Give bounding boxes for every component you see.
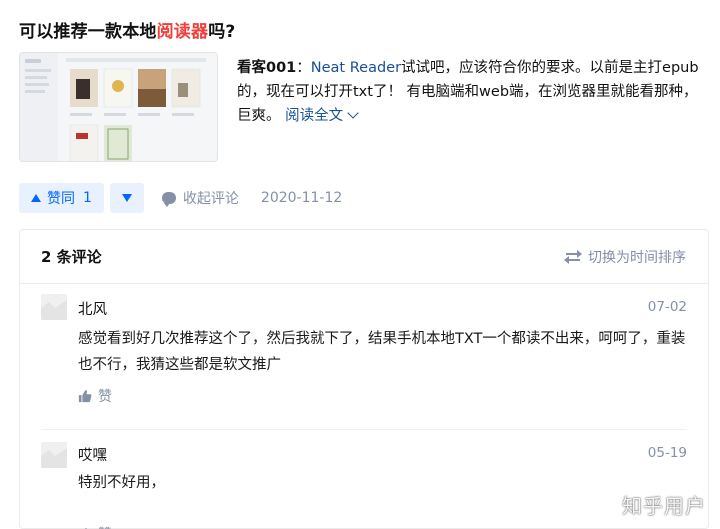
question-title[interactable]: 可以推荐一款本地阅读器吗? — [19, 17, 235, 42]
comment-item: 哎嘿 05-19 特别不好用， 赞 — [41, 429, 687, 529]
answer-date: 2020-11-12 — [260, 190, 343, 206]
comments-count: 2 条评论 — [41, 248, 102, 266]
comment-time: 05-19 — [647, 445, 687, 461]
author-separator: ： — [296, 60, 311, 76]
answer-action-bar: 赞同 1 收起评论 2020-11-12 — [19, 183, 342, 213]
comment-like-button[interactable]: 赞 — [78, 524, 112, 529]
read-more-button[interactable]: 阅读全文 — [285, 107, 359, 124]
comment-bubble-icon — [161, 192, 176, 207]
downvote-button[interactable] — [109, 183, 144, 213]
triangle-down-icon — [121, 194, 132, 202]
question-title-suffix: 吗? — [208, 22, 236, 42]
comment-author[interactable]: 北风 — [78, 298, 107, 319]
comment-author[interactable]: 哎嘿 — [78, 444, 107, 465]
thumbs-up-icon — [78, 390, 92, 403]
question-title-prefix: 可以推荐一款本地 — [19, 22, 157, 42]
collapse-comments-button[interactable]: 收起评论 — [161, 188, 239, 208]
avatar[interactable] — [41, 442, 67, 468]
chevron-down-icon — [347, 107, 359, 119]
default-avatar-icon — [41, 294, 67, 320]
comment-like-label: 赞 — [98, 524, 112, 529]
answer-thumbnail[interactable] — [19, 52, 218, 162]
zhihu-watermark: 知乎用户 — [622, 494, 706, 518]
question-title-highlight: 阅读器 — [156, 22, 209, 42]
sort-toggle-button[interactable]: 切换为时间排序 — [564, 247, 686, 267]
avatar[interactable] — [41, 294, 67, 320]
comments-header: 2 条评论 切换为时间排序 — [20, 230, 708, 284]
collapse-comments-label: 收起评论 — [182, 191, 239, 207]
answer-author[interactable]: 看客001 — [237, 60, 296, 76]
read-more-label: 阅读全文 — [285, 108, 344, 124]
comment-body: 特别不好用， — [78, 475, 165, 491]
comments-panel: 2 条评论 切换为时间排序 北风 07-02 感觉看到好几次推荐这个了，然后我就… — [19, 229, 709, 529]
comment-like-label: 赞 — [98, 389, 112, 405]
bookshelf-screenshot-image — [20, 53, 217, 161]
answer-card: 看客001：Neat Reader试试吧，应该符合你的要求。以前是主打epub的… — [19, 52, 709, 164]
default-avatar-icon — [41, 442, 67, 468]
upvote-label: 赞同 — [47, 191, 75, 207]
comment-time: 07-02 — [647, 299, 687, 315]
switch-arrows-icon — [564, 249, 582, 264]
answer-excerpt[interactable]: 看客001：Neat Reader试试吧，应该符合你的要求。以前是主打epub的… — [237, 56, 707, 128]
upvote-button[interactable]: 赞同 1 — [19, 183, 104, 213]
upvote-count: 1 — [83, 190, 92, 206]
comment-like-button[interactable]: 赞 — [78, 386, 112, 406]
comment-body: 感觉看到好几次推荐这个了，然后我就下了，结果手机本地TXT一个都读不出来，呵呵了… — [78, 331, 686, 373]
neat-reader-link[interactable]: Neat Reader — [311, 60, 401, 76]
triangle-up-icon — [31, 194, 41, 202]
sort-toggle-label: 切换为时间排序 — [588, 249, 686, 266]
